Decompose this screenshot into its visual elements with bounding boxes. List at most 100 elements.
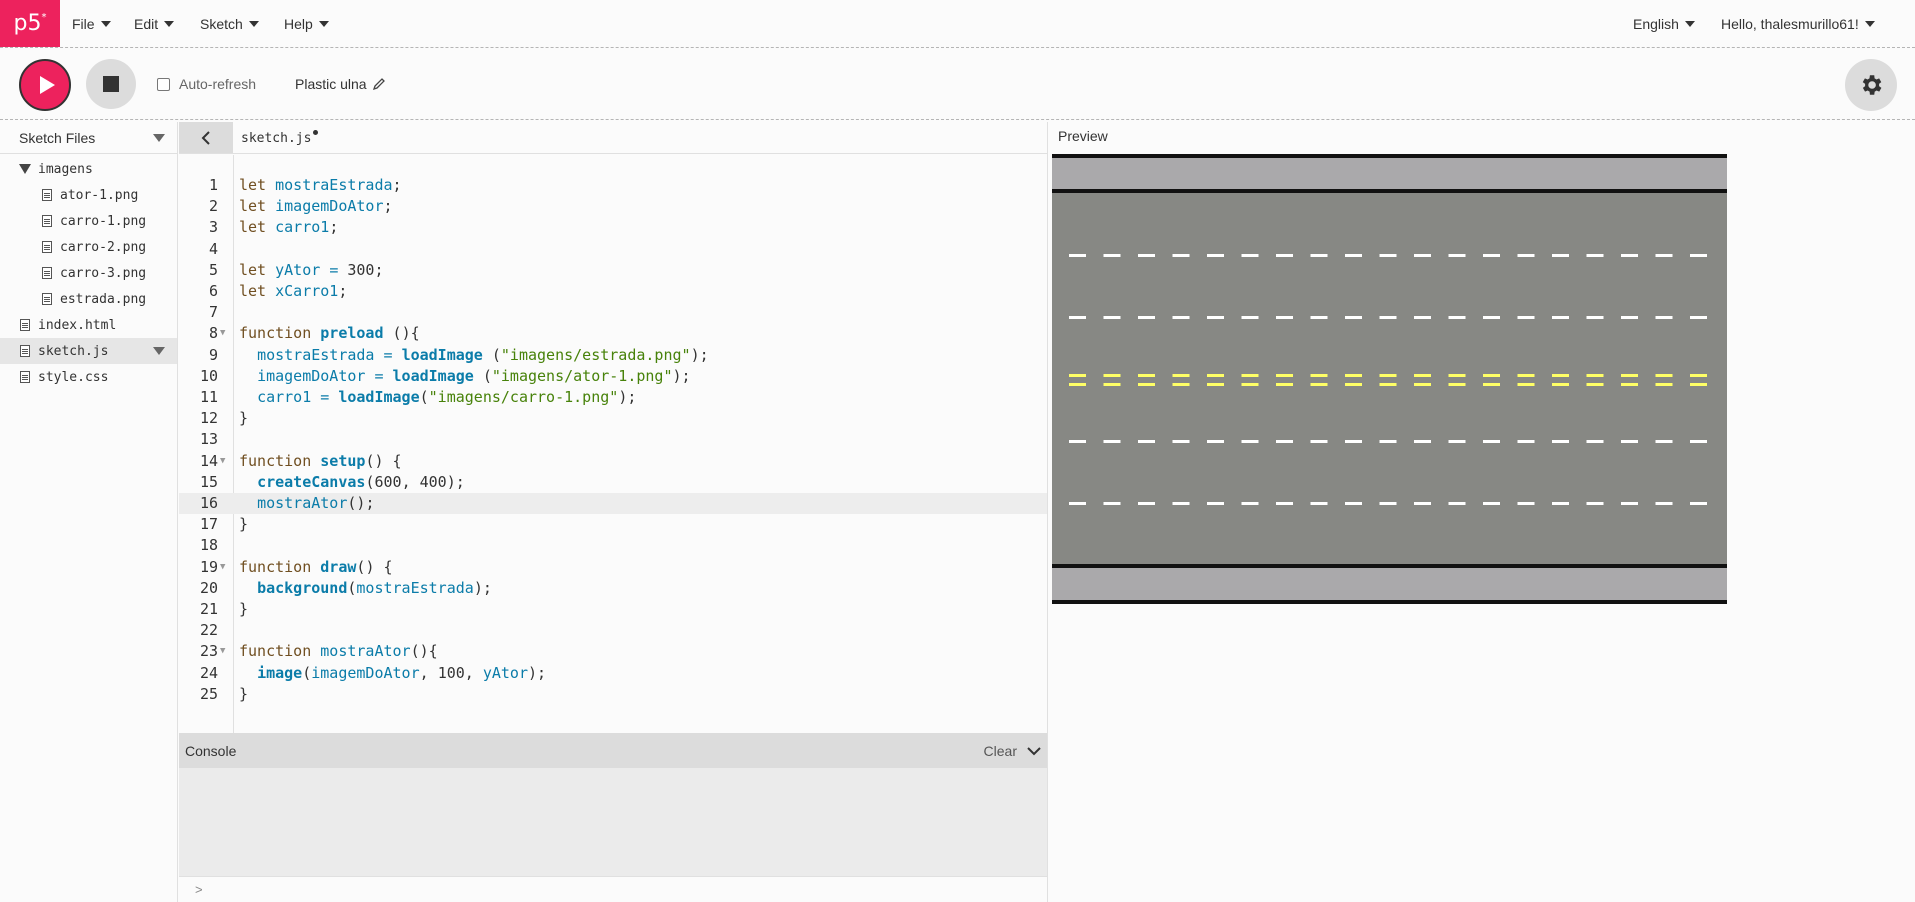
lane-dash bbox=[1690, 316, 1707, 319]
line-number: 12 bbox=[199, 409, 218, 428]
file-options-icon[interactable] bbox=[153, 347, 165, 355]
fold-arrow-icon[interactable]: ▼ bbox=[220, 323, 225, 344]
file-icon bbox=[42, 267, 52, 279]
lane-dash bbox=[1069, 316, 1086, 319]
lane-dash bbox=[1207, 502, 1224, 505]
pencil-icon[interactable] bbox=[372, 77, 386, 91]
menu-help[interactable]: Help bbox=[284, 0, 329, 47]
file-item[interactable]: style.css bbox=[0, 364, 177, 390]
lane-dash bbox=[1103, 316, 1121, 319]
lane-dash bbox=[1414, 254, 1431, 257]
file-icon bbox=[20, 345, 30, 357]
lane-dash bbox=[1172, 440, 1190, 443]
line-number: 22 bbox=[199, 621, 218, 640]
folder-imagens[interactable]: imagens bbox=[0, 156, 177, 182]
stop-icon bbox=[103, 76, 119, 92]
lane-dash bbox=[1103, 440, 1121, 443]
code-text: let yAtor = 300; bbox=[239, 260, 384, 279]
lane-dash bbox=[1655, 374, 1673, 377]
collapse-sidebar-button[interactable] bbox=[179, 122, 233, 153]
code-line[interactable]: 14 ▼ function setup() { bbox=[179, 451, 1047, 472]
file-item[interactable]: carro-1.png bbox=[0, 208, 177, 234]
file-label: ator-1.png bbox=[60, 187, 139, 203]
lane-dash bbox=[1276, 383, 1293, 386]
menu-file[interactable]: File bbox=[72, 0, 111, 47]
caret-down-icon bbox=[1864, 20, 1875, 27]
lane-dash bbox=[1655, 383, 1673, 386]
lane-dash bbox=[1379, 254, 1397, 257]
stop-button[interactable] bbox=[86, 59, 136, 109]
file-item[interactable]: index.html bbox=[0, 312, 177, 338]
code-line[interactable]: 16 mostraAtor(); bbox=[179, 493, 1047, 514]
code-line[interactable]: 18 bbox=[179, 535, 1047, 556]
file-sidebar: Sketch Files imagens ator-1.png carro-1.… bbox=[0, 122, 178, 902]
lane-dash bbox=[1586, 374, 1604, 377]
chevron-down-icon[interactable] bbox=[1027, 746, 1041, 756]
console-clear-button[interactable]: Clear bbox=[984, 743, 1017, 759]
lane-dash bbox=[1517, 502, 1535, 505]
language-menu[interactable]: English bbox=[1633, 0, 1695, 47]
code-line[interactable]: 21} bbox=[179, 599, 1047, 620]
user-greeting: Hello, thalesmurillo61! bbox=[1721, 15, 1859, 32]
code-line[interactable]: 1 let mostraEstrada; bbox=[179, 175, 1047, 196]
code-line[interactable]: 4 bbox=[179, 239, 1047, 260]
fold-arrow-icon[interactable]: ▼ bbox=[220, 641, 225, 662]
preview-canvas[interactable] bbox=[1052, 154, 1727, 604]
code-line[interactable]: 19 ▼ function draw() { bbox=[179, 557, 1047, 578]
fold-arrow-icon[interactable]: ▼ bbox=[220, 451, 225, 472]
lane-dash bbox=[1172, 502, 1190, 505]
lane-dash bbox=[1552, 502, 1569, 505]
code-line[interactable]: 7 bbox=[179, 302, 1047, 323]
file-item[interactable]: carro-2.png bbox=[0, 234, 177, 260]
auto-refresh-toggle[interactable]: Auto-refresh bbox=[157, 76, 256, 92]
lane-dash bbox=[1310, 383, 1328, 386]
code-line[interactable]: 8 ▼ function preload (){ bbox=[179, 323, 1047, 344]
editor-tab[interactable]: sketch.js bbox=[241, 130, 319, 146]
code-line[interactable]: 12} bbox=[179, 408, 1047, 429]
code-line[interactable]: 3 let carro1; bbox=[179, 217, 1047, 238]
code-editor[interactable]: 1 let mostraEstrada; 2 let imagemDoAtor; 3 le… bbox=[179, 155, 1047, 733]
code-line[interactable]: 24 image(imagemDoAtor, 100, yAtor); bbox=[179, 663, 1047, 684]
file-item[interactable]: ator-1.png bbox=[0, 182, 177, 208]
file-item[interactable]: carro-3.png bbox=[0, 260, 177, 286]
lane-dash bbox=[1448, 254, 1466, 257]
code-line[interactable]: 22 bbox=[179, 620, 1047, 641]
console-input[interactable]: > bbox=[179, 876, 1047, 902]
settings-button[interactable] bbox=[1845, 59, 1897, 111]
code-line[interactable]: 11 carro1 = loadImage("imagens/carro-1.p… bbox=[179, 387, 1047, 408]
menu-edit[interactable]: Edit bbox=[134, 0, 175, 47]
code-line[interactable]: 6 let xCarro1; bbox=[179, 281, 1047, 302]
auto-refresh-checkbox[interactable] bbox=[157, 77, 170, 91]
p5-logo[interactable]: p5 * bbox=[0, 0, 60, 47]
lane-dash bbox=[1448, 374, 1466, 377]
user-menu[interactable]: Hello, thalesmurillo61! bbox=[1721, 0, 1875, 47]
caret-down-icon[interactable] bbox=[153, 133, 165, 142]
lane-dash bbox=[1448, 440, 1466, 443]
code-line[interactable]: 13 bbox=[179, 429, 1047, 450]
code-line[interactable]: 5 let yAtor = 300; bbox=[179, 260, 1047, 281]
lane-dash bbox=[1414, 502, 1431, 505]
lane-dash bbox=[1621, 374, 1638, 377]
code-line[interactable]: 2 let imagemDoAtor; bbox=[179, 196, 1047, 217]
fold-arrow-icon[interactable]: ▼ bbox=[220, 557, 225, 578]
preview-divider[interactable] bbox=[1047, 122, 1048, 902]
code-line[interactable]: 10 imagemDoAtor = loadImage ("imagens/at… bbox=[179, 366, 1047, 387]
sidewalk-bottom bbox=[1052, 566, 1727, 604]
caret-down-icon bbox=[248, 20, 259, 27]
code-line[interactable]: 25} bbox=[179, 684, 1047, 705]
code-line[interactable]: 17} bbox=[179, 514, 1047, 535]
sketch-name[interactable]: Plastic ulna bbox=[295, 76, 386, 92]
play-button[interactable] bbox=[19, 59, 71, 111]
code-line[interactable]: 15 createCanvas(600, 400); bbox=[179, 472, 1047, 493]
code-line[interactable]: 9 mostraEstrada = loadImage ("imagens/es… bbox=[179, 345, 1047, 366]
lane-dash bbox=[1069, 502, 1086, 505]
code-line[interactable]: 23 ▼ function mostraAtor(){ bbox=[179, 641, 1047, 662]
lane-dash bbox=[1069, 374, 1086, 377]
file-item-selected[interactable]: sketch.js bbox=[0, 338, 177, 364]
console-prompt-icon: > bbox=[195, 882, 203, 897]
lane-dash bbox=[1379, 316, 1397, 319]
sidebar-header[interactable]: Sketch Files bbox=[0, 122, 177, 154]
menu-sketch[interactable]: Sketch bbox=[200, 0, 259, 47]
file-item[interactable]: estrada.png bbox=[0, 286, 177, 312]
code-line[interactable]: 20 background(mostraEstrada); bbox=[179, 578, 1047, 599]
